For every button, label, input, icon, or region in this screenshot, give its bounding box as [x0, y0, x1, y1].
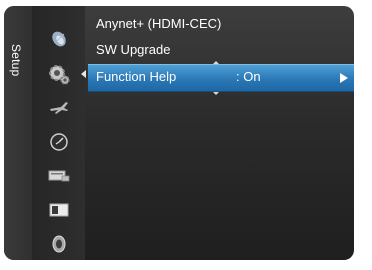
side-tab-title: Setup — [9, 44, 23, 77]
sound-icon[interactable] — [44, 232, 74, 256]
menu-item-sw-upgrade[interactable]: SW Upgrade — [90, 38, 354, 64]
satellite-dish-icon[interactable] — [44, 27, 74, 51]
setup-menu-list: Anynet+ (HDMI-CEC) SW Upgrade Function H… — [88, 12, 354, 95]
picture-icon[interactable] — [44, 198, 74, 222]
clock-icon[interactable] — [44, 130, 74, 154]
scroll-down-indicator-icon — [213, 92, 219, 95]
setup-gears-icon[interactable] — [44, 62, 86, 86]
input-icon[interactable] — [44, 164, 74, 188]
setup-side-tab: Setup — [4, 6, 32, 260]
menu-item-label: Function Help — [96, 69, 177, 84]
menu-item-label: SW Upgrade — [96, 42, 171, 57]
menu-item-label: Anynet+ (HDMI-CEC) — [96, 16, 222, 31]
plane-icon[interactable] — [44, 96, 74, 120]
scroll-up-indicator-icon — [213, 61, 219, 64]
menu-item-anynet[interactable]: Anynet+ (HDMI-CEC) — [90, 12, 354, 38]
menu-item-value: : On — [236, 69, 261, 84]
osd-menu-panel: Setup Anynet+ (HDMI-CEC) SW Upgrade Func… — [4, 6, 354, 260]
category-icon-strip — [32, 6, 86, 260]
submenu-arrow-icon — [340, 73, 348, 83]
menu-item-function-help[interactable]: Function Help : On — [88, 61, 354, 95]
